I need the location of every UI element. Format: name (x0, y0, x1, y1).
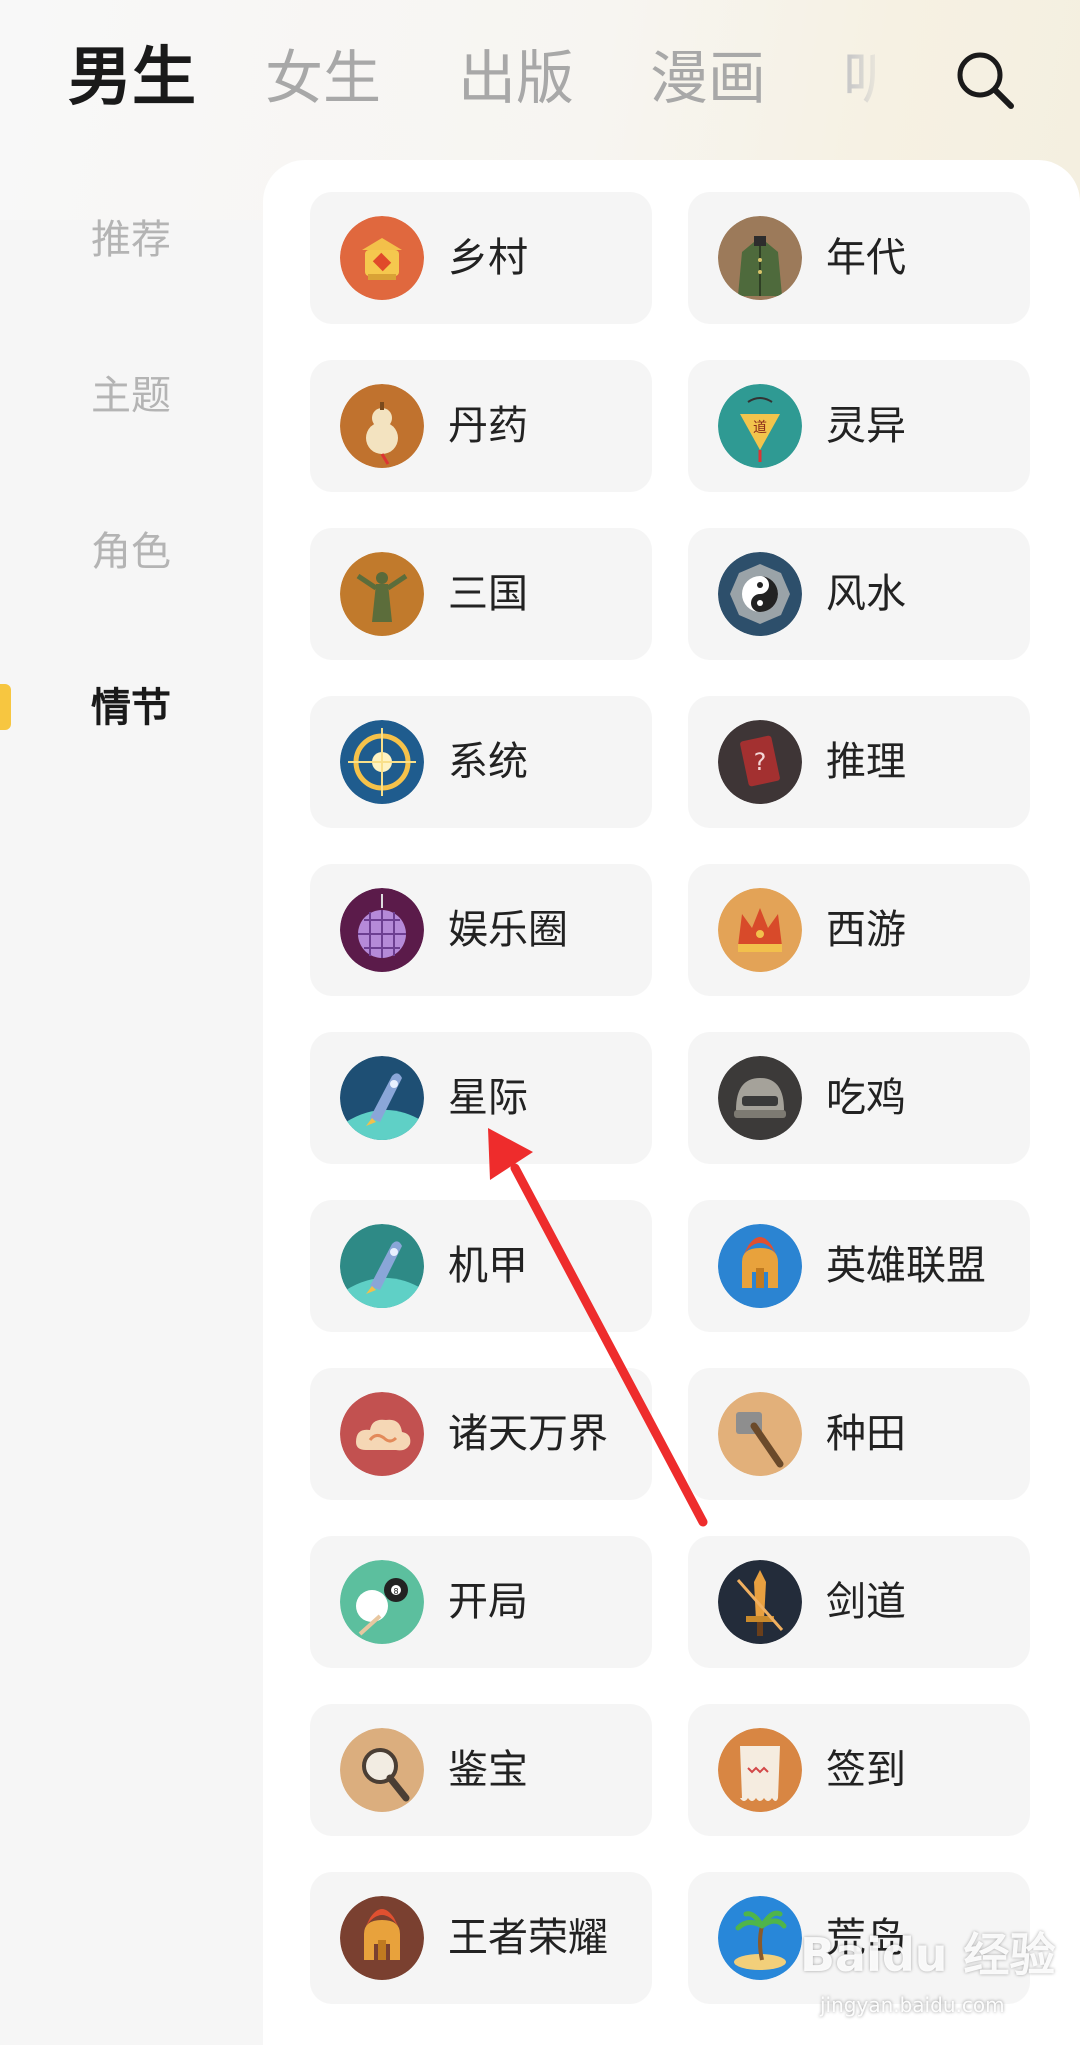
army-coat-icon (718, 216, 802, 300)
top-tab-bar: 男生 女生 出版 漫画 听 (0, 0, 1080, 160)
category-card[interactable]: 娱乐圈 (310, 864, 652, 996)
category-label: 诸天万界 (448, 1411, 608, 1457)
category-label: 西游 (826, 907, 906, 953)
category-label: 风水 (826, 571, 906, 617)
category-card[interactable]: 风水 (688, 528, 1030, 660)
category-label: 吃鸡 (826, 1075, 906, 1121)
category-label: 三国 (448, 571, 528, 617)
talisman-icon: 道 (718, 384, 802, 468)
category-card[interactable]: 鉴宝 (310, 1704, 652, 1836)
disco-ball-icon (340, 888, 424, 972)
category-card[interactable]: 道 灵异 (688, 360, 1030, 492)
category-label: 鉴宝 (448, 1747, 528, 1793)
search-icon (957, 52, 1014, 109)
tab-publish[interactable]: 出版 (458, 38, 574, 118)
scroll-icon (718, 1728, 802, 1812)
side-item-plot[interactable]: 情节 (0, 663, 262, 753)
gourd-icon (340, 384, 424, 468)
svg-text:?: ? (754, 748, 767, 776)
helmet-icon (718, 1056, 802, 1140)
baidu-watermark: Baidu 经验 jingyan.baidu.com (800, 1920, 1060, 2030)
watermark-url: jingyan.baidu.com (820, 1993, 1005, 2017)
category-label: 系统 (448, 739, 528, 785)
category-card[interactable]: 星际 (310, 1032, 652, 1164)
lantern-icon (340, 216, 424, 300)
sword-icon (718, 1560, 802, 1644)
category-card[interactable]: 西游 (688, 864, 1030, 996)
category-card[interactable]: 吃鸡 (688, 1032, 1030, 1164)
warrior-statue-icon (340, 552, 424, 636)
category-card[interactable]: 系统 (310, 696, 652, 828)
category-card[interactable]: 英雄联盟 (688, 1200, 1030, 1332)
golden-crown-icon (718, 888, 802, 972)
hoe-icon (718, 1392, 802, 1476)
tab-fade-overlay (850, 40, 890, 120)
category-label: 英雄联盟 (826, 1243, 986, 1289)
category-label: 灵异 (826, 403, 906, 449)
palm-island-icon (718, 1896, 802, 1980)
tab-female[interactable]: 女生 (265, 38, 381, 118)
side-item-recommend[interactable]: 推荐 (0, 195, 262, 285)
side-item-theme[interactable]: 主题 (0, 351, 262, 441)
category-card[interactable]: 丹药 (310, 360, 652, 492)
question-card-icon: ? (718, 720, 802, 804)
category-label: 种田 (826, 1411, 906, 1457)
category-label: 开局 (448, 1579, 528, 1625)
category-label: 星际 (448, 1075, 528, 1121)
magnifier-icon (340, 1728, 424, 1812)
category-card[interactable]: 种田 (688, 1368, 1030, 1500)
billiard-ball-icon: 8 (340, 1560, 424, 1644)
spartan-helmet-icon (340, 1896, 424, 1980)
svg-text:8: 8 (393, 1587, 398, 1596)
category-label: 王者荣耀 (448, 1915, 608, 1961)
category-card[interactable]: 签到 (688, 1704, 1030, 1836)
category-label: 乡村 (448, 235, 528, 281)
watermark-brand: Baidu 经验 (800, 1928, 1056, 1982)
spartan-helmet-icon (718, 1224, 802, 1308)
svg-text:道: 道 (753, 420, 767, 436)
side-item-character[interactable]: 角色 (0, 507, 262, 597)
category-card[interactable]: 机甲 (310, 1200, 652, 1332)
bagua-compass-icon (718, 552, 802, 636)
category-label: 机甲 (448, 1243, 528, 1289)
category-label: 剑道 (826, 1579, 906, 1625)
category-card[interactable]: 三国 (310, 528, 652, 660)
rocket-icon (340, 1224, 424, 1308)
crosshair-ring-icon (340, 720, 424, 804)
category-card[interactable]: 剑道 (688, 1536, 1030, 1668)
category-card[interactable]: 年代 (688, 192, 1030, 324)
category-card[interactable]: 诸天万界 (310, 1368, 652, 1500)
category-label: 年代 (826, 235, 906, 281)
category-card[interactable]: 王者荣耀 (310, 1872, 652, 2004)
category-card[interactable]: 乡村 (310, 192, 652, 324)
category-label: 推理 (826, 739, 906, 785)
category-card[interactable]: 8 开局 (310, 1536, 652, 1668)
tab-comics[interactable]: 漫画 (650, 38, 766, 118)
cloud-swirl-icon (340, 1392, 424, 1476)
search-button[interactable] (950, 45, 1020, 115)
category-label: 丹药 (448, 403, 528, 449)
tab-male[interactable]: 男生 (68, 38, 196, 118)
side-menu: 推荐 主题 角色 情节 (0, 160, 262, 2045)
category-card[interactable]: ? 推理 (688, 696, 1030, 828)
active-indicator (0, 684, 11, 730)
category-label: 签到 (826, 1747, 906, 1793)
rocket-icon (340, 1056, 424, 1140)
category-label: 娱乐圈 (448, 907, 568, 953)
